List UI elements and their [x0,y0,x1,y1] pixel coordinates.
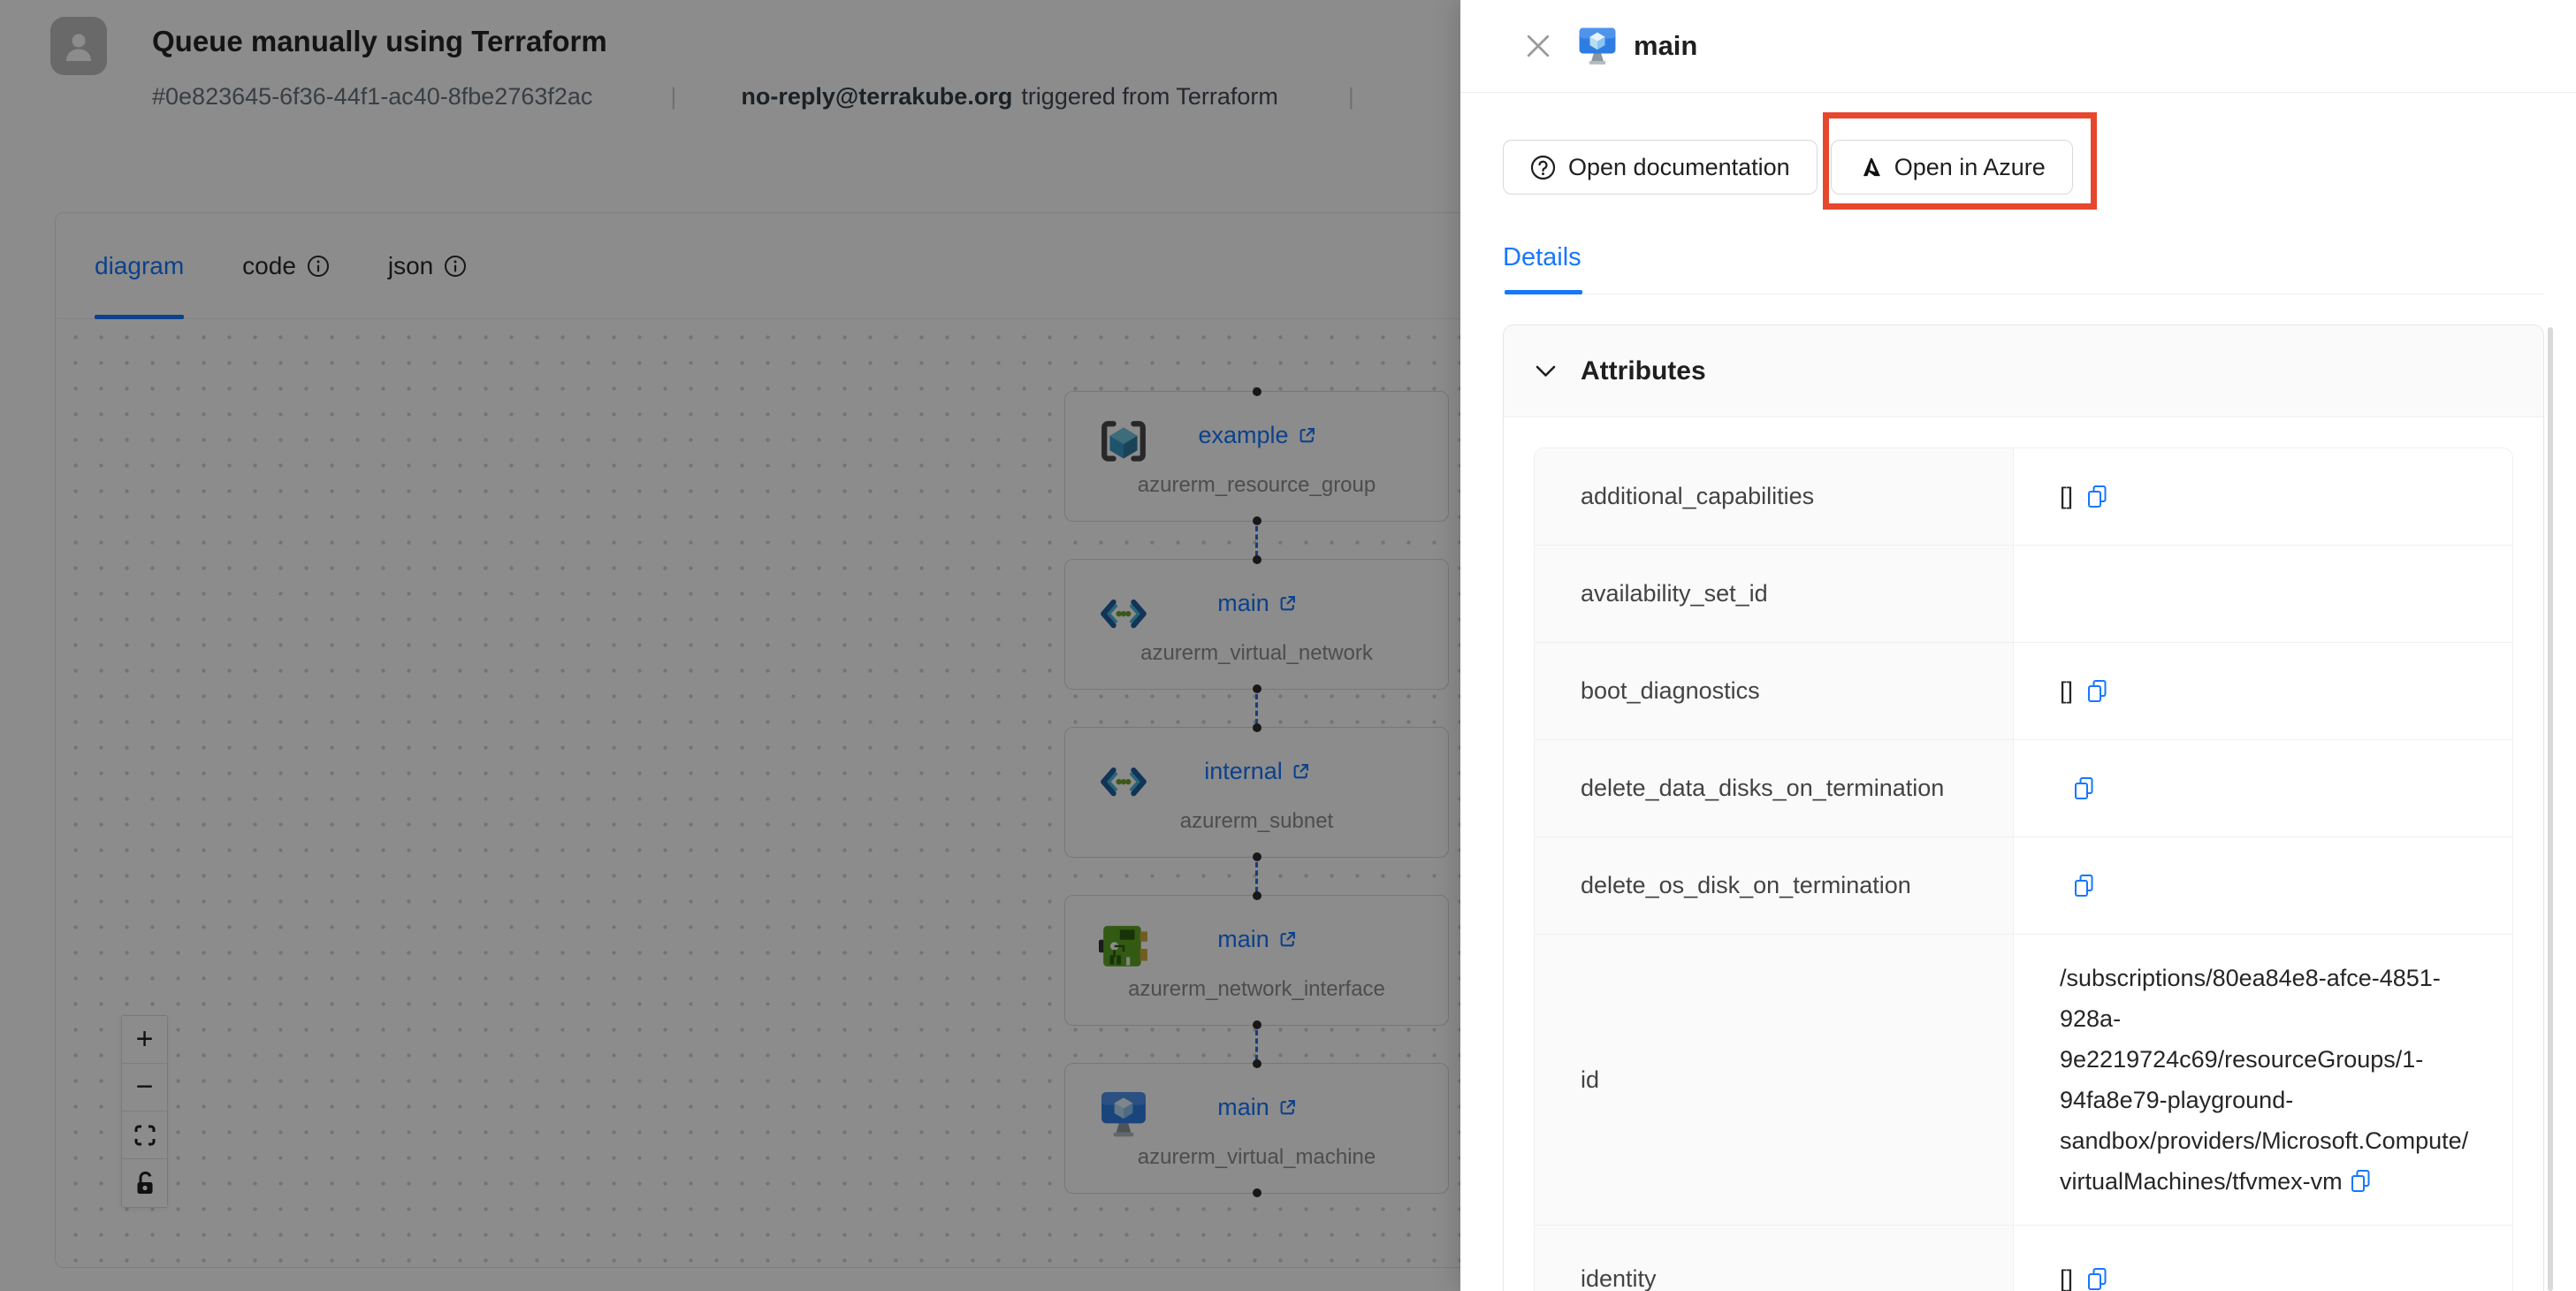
copy-icon[interactable] [2349,1169,2373,1193]
azure-logo-icon [1858,156,1882,180]
copy-icon[interactable] [2072,776,2096,800]
attributes-collapse-header[interactable]: Attributes [1504,325,2543,417]
resource-details-drawer: main Open documentation [1460,0,2576,1291]
table-row: delete_data_disks_on_termination [1535,740,2512,837]
table-row: availability_set_id [1535,546,2512,643]
attribute-key: additional_capabilities [1535,448,2014,545]
attribute-value: [] [2060,1265,2073,1291]
action-buttons: Open documentation Open in Azure [1503,140,2544,195]
copy-icon[interactable] [2072,874,2096,898]
drawer-header: main [1460,0,2576,93]
attribute-value: [] [2060,677,2073,705]
virtual-machine-icon [1577,25,1618,67]
attribute-key: id [1535,935,2014,1225]
attribute-value: [] [2060,483,2073,510]
drawer-body: Open documentation Open in Azure Details [1460,140,2576,1291]
open-documentation-button[interactable]: Open documentation [1503,140,1818,195]
copy-icon[interactable] [2085,679,2109,703]
attributes-section: Attributes additional_capabilities [] av… [1503,325,2544,1291]
attributes-title: Attributes [1581,356,1706,386]
attribute-key: delete_data_disks_on_termination [1535,740,2014,836]
attributes-table: additional_capabilities [] availability_… [1534,447,2513,1291]
table-row: id /subscriptions/80ea84e8-afce-4851-928… [1535,935,2512,1226]
drawer-scrollbar[interactable] [2548,327,2553,1291]
copy-icon[interactable] [2085,1267,2109,1291]
active-tab-indicator [1505,290,1582,294]
copy-icon[interactable] [2085,485,2109,508]
table-row: identity [] [1535,1226,2512,1291]
table-row: boot_diagnostics [] [1535,643,2512,740]
chevron-down-icon [1536,365,1556,378]
close-button[interactable] [1522,30,1554,62]
attribute-key: identity [1535,1226,2014,1291]
tab-details[interactable]: Details [1503,243,1581,271]
drawer-title: main [1634,30,1697,62]
attribute-key: availability_set_id [1535,546,2014,642]
attribute-value: /subscriptions/80ea84e8-afce-4851-928a-9… [2060,965,2468,1195]
screen: Queue manually using Terraform #0e823645… [0,0,2576,1291]
table-row: delete_os_disk_on_termination [1535,837,2512,935]
question-circle-icon [1530,155,1556,180]
attribute-key: delete_os_disk_on_termination [1535,837,2014,934]
attribute-key: boot_diagnostics [1535,643,2014,739]
drawer-tabs: Details [1503,243,2544,294]
open-in-azure-button[interactable]: Open in Azure [1831,140,2073,195]
close-icon [1526,34,1551,58]
table-row: additional_capabilities [] [1535,448,2512,546]
